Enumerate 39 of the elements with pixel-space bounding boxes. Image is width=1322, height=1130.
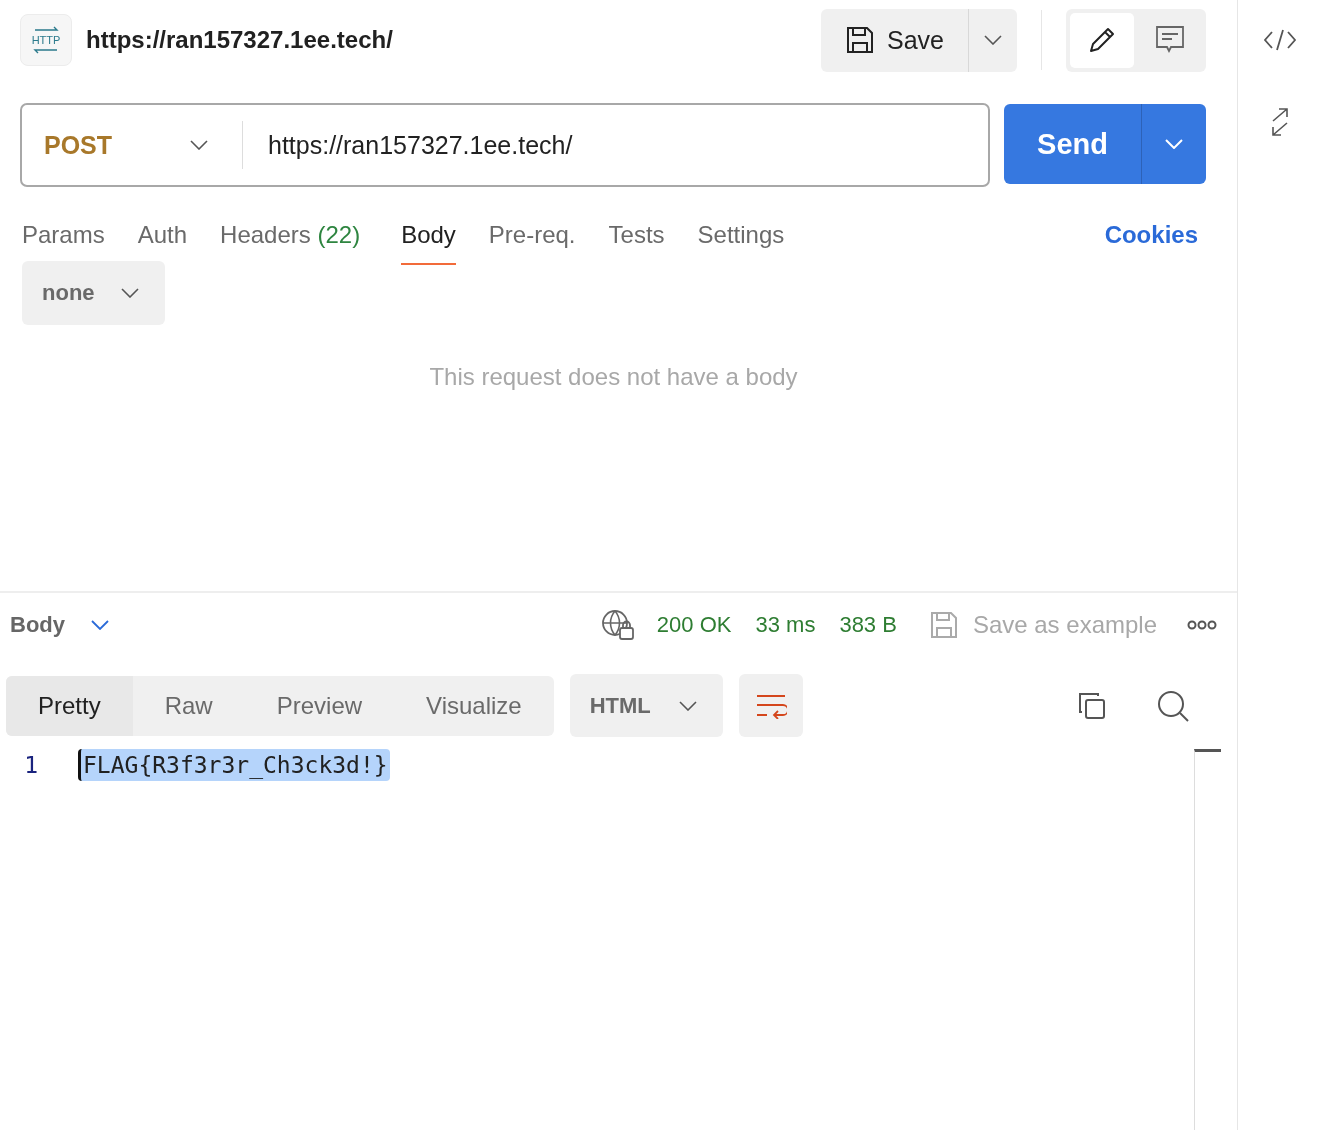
format-dropdown[interactable]: HTML [569, 674, 723, 737]
more-options-icon[interactable] [1187, 620, 1217, 630]
request-tab[interactable]: Body [401, 221, 456, 265]
request-tab[interactable]: Settings [697, 221, 785, 265]
chevron-down-icon [91, 620, 109, 630]
http-logo-icon: HTTP [20, 14, 72, 66]
request-tab[interactable]: Tests [608, 221, 665, 265]
response-size: 383 B [839, 612, 897, 638]
response-body-dropdown[interactable]: Body [10, 612, 109, 638]
chevron-down-icon [120, 288, 139, 298]
view-tab[interactable]: Raw [132, 675, 245, 736]
scrollbar-track[interactable] [1194, 749, 1221, 1130]
line-number: 1 [23, 752, 39, 778]
word-wrap-button[interactable] [738, 674, 803, 737]
word-wrap-icon [754, 692, 787, 719]
copy-icon[interactable] [1077, 690, 1107, 721]
url-bar[interactable]: POST https://ran157327.1ee.tech/ [20, 103, 991, 187]
globe-lock-icon [600, 609, 635, 641]
url-input[interactable]: https://ran157327.1ee.tech/ [243, 130, 989, 160]
chevron-down-icon [1165, 139, 1183, 149]
request-tab[interactable]: Pre-req. [488, 221, 576, 265]
code-icon[interactable] [1263, 28, 1297, 52]
cookies-link[interactable]: Cookies [1104, 221, 1198, 249]
chevron-down-icon [984, 35, 1002, 45]
edit-mode-button[interactable] [1070, 12, 1134, 68]
response-time: 33 ms [755, 612, 816, 638]
empty-body-message: This request does not have a body [428, 363, 799, 391]
chevron-down-icon [678, 700, 697, 711]
request-tab[interactable]: Headers (22) [220, 221, 361, 265]
method-dropdown[interactable]: POST [22, 130, 242, 160]
view-tab[interactable]: Pretty [6, 675, 133, 736]
view-tab[interactable]: Preview [244, 675, 395, 736]
view-tab[interactable]: Visualize [394, 675, 554, 736]
status-code: 200 OK [656, 612, 732, 638]
request-title: https://ran157327.1ee.tech/ [86, 26, 393, 54]
chevron-down-icon [190, 140, 208, 150]
body-type-dropdown[interactable]: none [22, 261, 165, 325]
search-icon[interactable] [1157, 689, 1189, 722]
collapse-arrows-icon[interactable] [1269, 107, 1291, 137]
